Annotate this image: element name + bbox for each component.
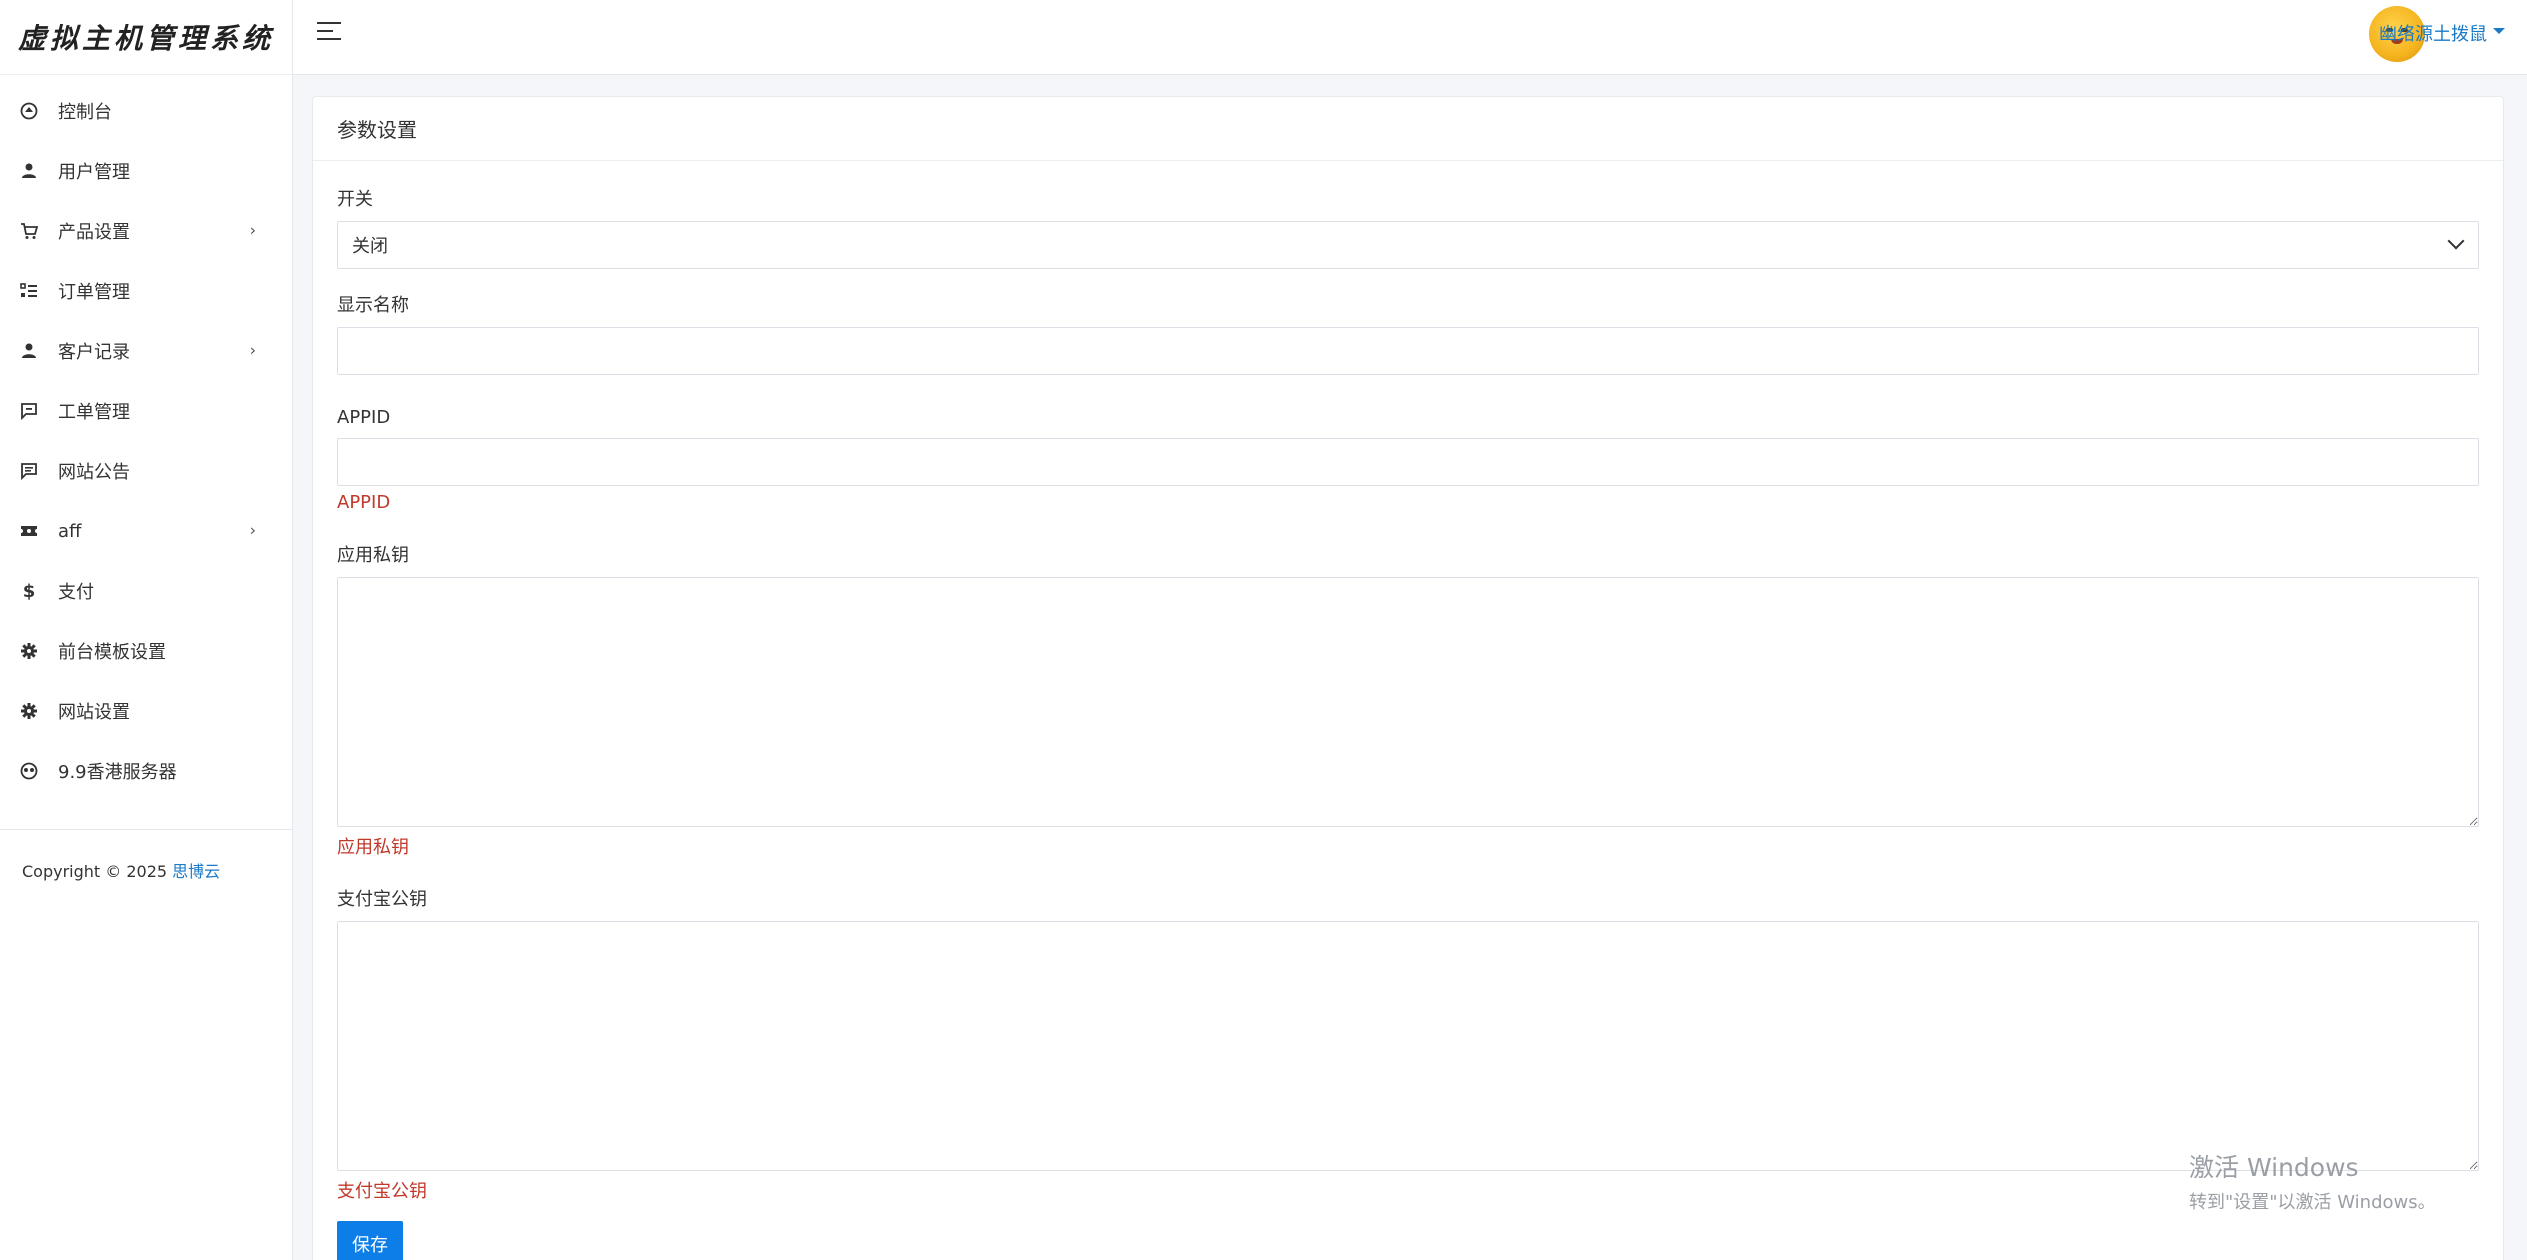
switch-group: 开关 关闭	[337, 185, 2479, 269]
sidebar-item-aff[interactable]: aff ›	[0, 501, 292, 561]
sidebar-item-label: 支付	[58, 582, 94, 603]
user-name[interactable]: 幽络源土拨鼠	[2379, 20, 2487, 46]
sidebar-item-label: 控制台	[58, 102, 112, 123]
card-header: 参数设置	[313, 97, 2503, 161]
sidebar-item-tickets[interactable]: 工单管理	[0, 381, 292, 441]
private-key-textarea[interactable]	[337, 577, 2479, 827]
sidebar-item-announcements[interactable]: 网站公告	[0, 441, 292, 501]
sidebar-item-label: 订单管理	[58, 282, 130, 303]
chevron-right-icon: ›	[249, 520, 256, 540]
windows-activation-watermark: 激活 Windows 转到"设置"以激活 Windows。	[2189, 1148, 2436, 1214]
sidebar-item-hk-server[interactable]: 9.9香港服务器	[0, 741, 292, 801]
private-key-label: 应用私钥	[337, 545, 409, 566]
alipay-public-key-label: 支付宝公钥	[337, 889, 427, 910]
sidebar-item-customers[interactable]: 客户记录 ›	[0, 321, 292, 381]
save-button[interactable]: 保存	[337, 1221, 403, 1260]
display-name-label: 显示名称	[337, 295, 409, 316]
ticket-icon	[20, 402, 38, 420]
chevron-down-icon	[2447, 232, 2465, 250]
dollar-icon: $	[22, 580, 36, 602]
appid-help: APPID	[337, 492, 391, 513]
sidebar: 虚拟主机管理系统 控制台 用户管理 产品设置 › 订单管理 客户记录 › 工单管…	[0, 0, 293, 1260]
list-icon	[20, 282, 38, 300]
appid-input[interactable]	[337, 438, 2479, 486]
dashboard-icon	[20, 102, 38, 120]
sidebar-item-label: 前台模板设置	[58, 642, 166, 663]
sidebar-item-label: 产品设置	[58, 222, 130, 243]
sidebar-item-label: 用户管理	[58, 162, 130, 183]
brand[interactable]: 虚拟主机管理系统	[0, 0, 292, 75]
alipay-public-key-help: 支付宝公钥	[337, 1181, 427, 1202]
sidebar-item-dashboard[interactable]: 控制台	[0, 81, 292, 141]
private-key-group: 应用私钥 应用私钥	[337, 541, 2479, 859]
appid-label: APPID	[337, 407, 391, 428]
app-title: 虚拟主机管理系统	[18, 22, 275, 55]
mask-icon	[20, 762, 38, 780]
gear-icon	[20, 642, 38, 660]
alipay-public-key-textarea[interactable]	[337, 921, 2479, 1171]
sidebar-item-label: 网站设置	[58, 702, 130, 723]
watermark-subtitle: 转到"设置"以激活 Windows。	[2189, 1192, 2436, 1213]
user-icon	[20, 342, 38, 360]
cart-icon	[20, 222, 38, 240]
sidebar-item-label: 工单管理	[58, 402, 130, 423]
copyright-link[interactable]: 思博云	[172, 862, 220, 881]
page-title: 参数设置	[337, 118, 417, 142]
message-icon	[20, 462, 38, 480]
sidebar-item-template-settings[interactable]: 前台模板设置	[0, 621, 292, 681]
alipay-public-key-group: 支付宝公钥 支付宝公钥	[337, 885, 2479, 1203]
sidebar-item-products[interactable]: 产品设置 ›	[0, 201, 292, 261]
top-header: 幽络源土拨鼠	[293, 0, 2527, 75]
sidebar-item-payment[interactable]: $ 支付	[0, 561, 292, 621]
switch-value: 关闭	[352, 236, 388, 257]
sidebar-item-label: 9.9香港服务器	[58, 762, 177, 783]
private-key-help: 应用私钥	[337, 837, 409, 858]
sidebar-item-users[interactable]: 用户管理	[0, 141, 292, 201]
settings-form: 开关 关闭 显示名称 APPID APPID 应用私钥 应用私钥 支付宝公钥 支…	[313, 161, 2503, 1260]
switch-label: 开关	[337, 189, 373, 210]
caret-down-icon[interactable]	[2493, 28, 2505, 34]
copyright-text: Copyright © 2025	[22, 862, 173, 881]
sidebar-item-label: aff	[58, 520, 82, 542]
sidebar-item-label: 网站公告	[58, 462, 130, 483]
chevron-right-icon: ›	[249, 220, 256, 240]
watermark-title: 激活 Windows	[2189, 1153, 2359, 1182]
display-name-input[interactable]	[337, 327, 2479, 375]
appid-group: APPID APPID	[337, 407, 2479, 513]
sidebar-item-orders[interactable]: 订单管理	[0, 261, 292, 321]
coupon-icon	[20, 522, 38, 540]
gear-icon	[20, 702, 38, 720]
sidebar-item-site-settings[interactable]: 网站设置	[0, 681, 292, 741]
sidebar-nav: 控制台 用户管理 产品设置 › 订单管理 客户记录 › 工单管理 网站公告 af…	[0, 75, 292, 801]
menu-toggle-icon[interactable]	[317, 22, 341, 44]
display-name-group: 显示名称	[337, 291, 2479, 375]
copyright: Copyright © 2025 思博云	[0, 830, 292, 882]
switch-select[interactable]: 关闭	[337, 221, 2479, 269]
sidebar-item-label: 客户记录	[58, 342, 130, 363]
chevron-right-icon: ›	[249, 340, 256, 360]
user-icon	[20, 162, 38, 180]
settings-card: 参数设置 开关 关闭 显示名称 APPID APPID 应用私钥 应用私钥 支付…	[312, 96, 2504, 1260]
